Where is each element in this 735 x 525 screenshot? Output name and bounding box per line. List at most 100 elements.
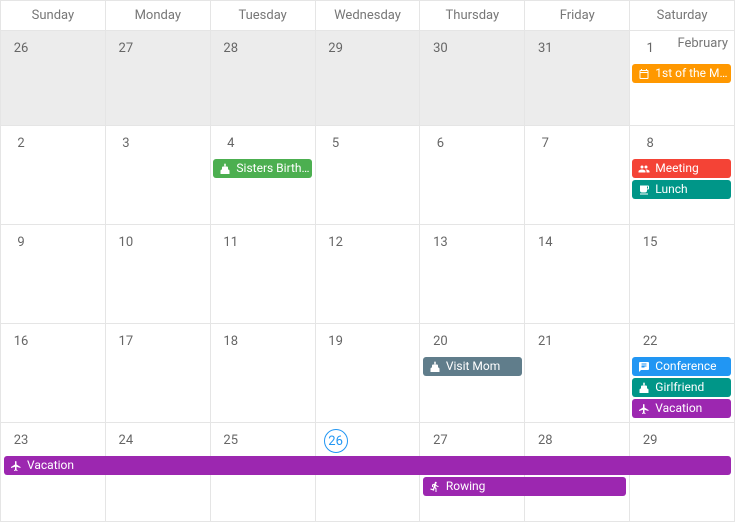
- day-cell[interactable]: 5: [315, 125, 420, 224]
- event-label: Lunch: [655, 180, 687, 199]
- day-cell[interactable]: 13: [419, 224, 524, 323]
- day-of-week-header: SundayMondayTuesdayWednesdayThursdayFrid…: [1, 0, 734, 30]
- day-cell[interactable]: 15: [629, 224, 734, 323]
- event-label: Conference: [655, 357, 716, 376]
- dow-wednesday: Wednesday: [315, 0, 420, 30]
- day-number: 11: [219, 231, 243, 255]
- day-number: 14: [533, 231, 557, 255]
- day-cell[interactable]: 6: [419, 125, 524, 224]
- event-conference[interactable]: Conference: [632, 357, 731, 376]
- event-label: 1st of the M…: [655, 64, 727, 83]
- day-number: 9: [9, 231, 33, 255]
- day-cell[interactable]: 18: [210, 323, 315, 422]
- dow-saturday: Saturday: [629, 0, 734, 30]
- event-lunch[interactable]: Lunch: [632, 180, 731, 199]
- day-number: 27: [114, 37, 138, 61]
- plane-icon: [638, 403, 650, 415]
- week-row: 9 10 11 12 13 14 15: [1, 224, 734, 323]
- event-label: Rowing: [446, 477, 486, 496]
- day-number: 28: [533, 429, 557, 453]
- event-sisters-birthday[interactable]: Sisters Birth…: [213, 159, 312, 178]
- day-number: 5: [324, 132, 348, 156]
- day-cell[interactable]: 27: [105, 30, 210, 125]
- dow-sunday: Sunday: [1, 0, 105, 30]
- day-number: 27: [428, 429, 452, 453]
- week-row: 26 27 28 29 30 31 1 1st of the M…: [1, 30, 734, 125]
- day-number: 28: [219, 37, 243, 61]
- day-cell[interactable]: 28: [210, 30, 315, 125]
- day-cell[interactable]: 26: [1, 30, 105, 125]
- day-number: 26: [9, 37, 33, 61]
- day-number: 16: [9, 330, 33, 354]
- day-number: 13: [428, 231, 452, 255]
- week-row: 2 3 4 5 6 7 8 Sisters Birth… Meeting Lunch: [1, 125, 734, 224]
- day-number: 25: [219, 429, 243, 453]
- day-number: 10: [114, 231, 138, 255]
- day-number: 31: [533, 37, 557, 61]
- day-cell[interactable]: 19: [315, 323, 420, 422]
- day-cell[interactable]: 7: [524, 125, 629, 224]
- event-meeting[interactable]: Meeting: [632, 159, 731, 178]
- day-number: 3: [114, 132, 138, 156]
- event-first-of-month[interactable]: 1st of the M…: [632, 64, 731, 83]
- day-number: 2: [9, 132, 33, 156]
- calendar: SundayMondayTuesdayWednesdayThursdayFrid…: [0, 0, 735, 522]
- day-number: 23: [9, 429, 33, 453]
- day-number: 7: [533, 132, 557, 156]
- run-icon: [429, 481, 441, 493]
- day-cell[interactable]: 30: [419, 30, 524, 125]
- day-cell[interactable]: 11: [210, 224, 315, 323]
- day-number: 30: [428, 37, 452, 61]
- day-cell[interactable]: 16: [1, 323, 105, 422]
- day-number: 4: [219, 132, 243, 156]
- day-number: 6: [428, 132, 452, 156]
- dow-monday: Monday: [105, 0, 210, 30]
- day-cell[interactable]: 2: [1, 125, 105, 224]
- day-cell[interactable]: 14: [524, 224, 629, 323]
- people-icon: [638, 163, 650, 175]
- cake-icon: [638, 382, 650, 394]
- day-number: 29: [638, 429, 662, 453]
- calendar-icon: [638, 68, 650, 80]
- day-number: 29: [324, 37, 348, 61]
- day-cell[interactable]: 21: [524, 323, 629, 422]
- event-label: Sisters Birth…: [236, 159, 309, 178]
- event-rowing[interactable]: Rowing: [423, 477, 626, 496]
- event-visit-mom[interactable]: Visit Mom: [423, 357, 522, 376]
- weeks-grid: 26272829303111st of the M…2345678Sisters…: [1, 30, 734, 521]
- day-number: 8: [638, 132, 662, 156]
- event-vacation-2[interactable]: Vacation: [4, 456, 731, 475]
- event-label: Girlfriend: [655, 378, 704, 397]
- dow-thursday: Thursday: [419, 0, 524, 30]
- day-cell[interactable]: 10: [105, 224, 210, 323]
- day-number: 20: [428, 330, 452, 354]
- day-number: 21: [533, 330, 557, 354]
- event-label: Vacation: [655, 399, 702, 418]
- cup-icon: [638, 184, 650, 196]
- day-cell[interactable]: 31: [524, 30, 629, 125]
- day-number: 19: [324, 330, 348, 354]
- day-cell[interactable]: 17: [105, 323, 210, 422]
- chat-icon: [638, 361, 650, 373]
- cake-icon: [429, 361, 441, 373]
- week-row: 16171819202122Visit MomConferenceGirlfri…: [1, 323, 734, 422]
- day-number: 17: [114, 330, 138, 354]
- event-vacation-1[interactable]: Vacation: [632, 399, 731, 418]
- day-cell[interactable]: 3: [105, 125, 210, 224]
- dow-friday: Friday: [524, 0, 629, 30]
- dow-tuesday: Tuesday: [210, 0, 315, 30]
- day-number: 1: [638, 37, 662, 61]
- day-cell[interactable]: 12: [315, 224, 420, 323]
- day-number: 26: [324, 429, 348, 453]
- week-row: 23 24 25 26 27 28 29 Vacation Rowing: [1, 422, 734, 521]
- day-number: 18: [219, 330, 243, 354]
- day-number: 15: [638, 231, 662, 255]
- event-girlfriend[interactable]: Girlfriend: [632, 378, 731, 397]
- event-label: Meeting: [655, 159, 698, 178]
- day-cell[interactable]: 9: [1, 224, 105, 323]
- day-number: 24: [114, 429, 138, 453]
- plane-icon: [10, 460, 22, 472]
- day-cell[interactable]: 29: [315, 30, 420, 125]
- day-number: 12: [324, 231, 348, 255]
- event-label: Vacation: [27, 456, 74, 475]
